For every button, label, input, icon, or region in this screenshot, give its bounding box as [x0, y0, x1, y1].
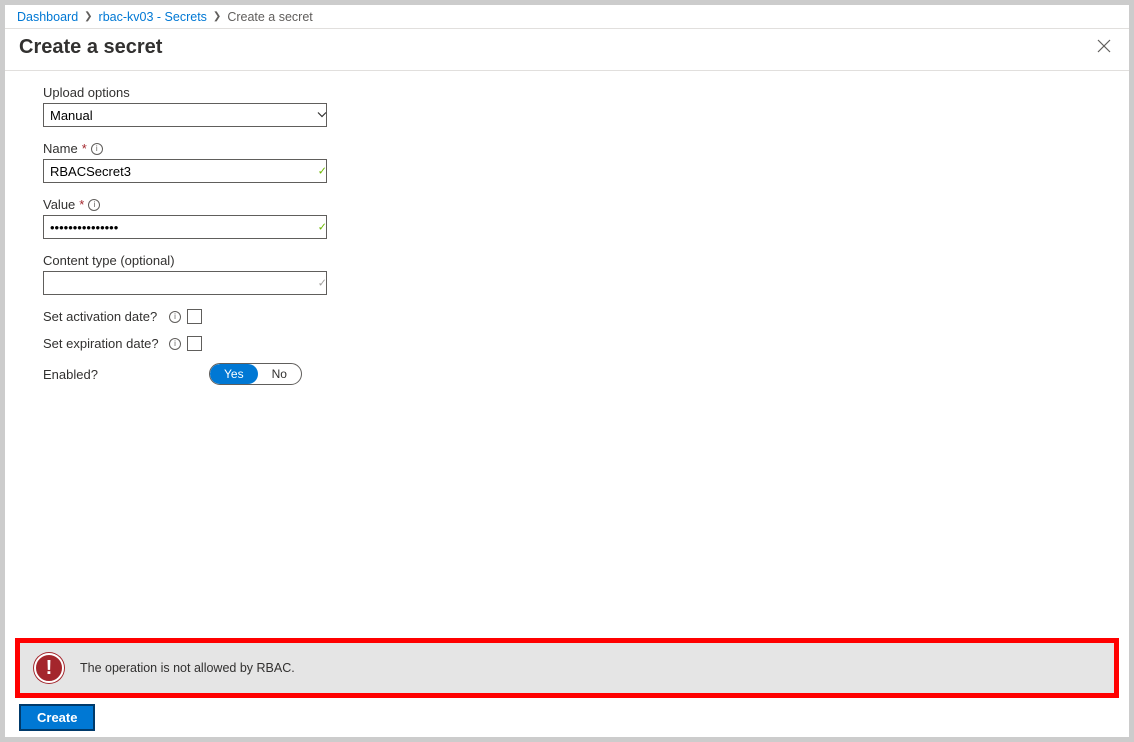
- info-icon[interactable]: i: [169, 311, 181, 323]
- label-name: Name: [43, 141, 78, 156]
- breadcrumb-current: Create a secret: [227, 10, 312, 24]
- page-header: Create a secret: [5, 29, 1129, 71]
- field-enabled: Enabled? Yes No: [43, 363, 1129, 385]
- label-value: Value: [43, 197, 75, 212]
- create-button[interactable]: Create: [21, 706, 93, 729]
- required-marker: *: [82, 141, 87, 156]
- label-activation-date: Set activation date?: [43, 309, 163, 324]
- label-enabled: Enabled?: [43, 367, 203, 382]
- toggle-no[interactable]: No: [258, 364, 301, 384]
- info-icon[interactable]: i: [91, 143, 103, 155]
- label-upload-options: Upload options: [43, 85, 333, 100]
- label-expiration-date: Set expiration date?: [43, 336, 163, 351]
- field-expiration-date: Set expiration date? i: [43, 336, 1129, 351]
- field-upload-options: Upload options Manual: [43, 85, 333, 127]
- label-content-type: Content type (optional): [43, 253, 333, 268]
- error-message: The operation is not allowed by RBAC.: [80, 661, 295, 675]
- breadcrumb-link-secrets[interactable]: rbac-kv03 - Secrets: [99, 10, 207, 24]
- chevron-right-icon: ❯: [84, 11, 92, 22]
- page-title: Create a secret: [19, 36, 162, 59]
- info-icon[interactable]: i: [88, 199, 100, 211]
- breadcrumb: Dashboard ❯ rbac-kv03 - Secrets ❯ Create…: [5, 5, 1129, 29]
- name-input[interactable]: [43, 159, 327, 183]
- error-icon: !: [34, 653, 64, 683]
- content-type-input[interactable]: [43, 271, 327, 295]
- toggle-yes[interactable]: Yes: [210, 364, 258, 384]
- info-icon[interactable]: i: [169, 338, 181, 350]
- field-name: Name * i ✓: [43, 141, 333, 183]
- value-input[interactable]: [43, 215, 327, 239]
- close-icon[interactable]: [1093, 35, 1115, 60]
- expiration-date-checkbox[interactable]: [187, 336, 202, 351]
- field-activation-date: Set activation date? i: [43, 309, 1129, 324]
- chevron-right-icon: ❯: [213, 11, 221, 22]
- breadcrumb-link-dashboard[interactable]: Dashboard: [17, 10, 78, 24]
- upload-options-select[interactable]: Manual: [43, 103, 327, 127]
- activation-date-checkbox[interactable]: [187, 309, 202, 324]
- error-banner: ! The operation is not allowed by RBAC.: [15, 638, 1119, 698]
- field-value: Value * i ✓: [43, 197, 333, 239]
- footer: ! The operation is not allowed by RBAC. …: [5, 638, 1129, 737]
- field-content-type: Content type (optional) ✓: [43, 253, 333, 295]
- required-marker: *: [79, 197, 84, 212]
- enabled-toggle[interactable]: Yes No: [209, 363, 302, 385]
